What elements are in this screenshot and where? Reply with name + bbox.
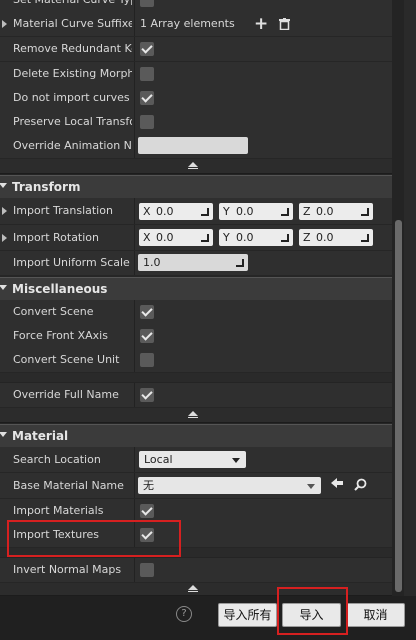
label: Import Rotation: [13, 231, 100, 244]
translation-x-field[interactable]: X 0.0: [139, 203, 213, 220]
chevron-down-icon: [232, 458, 240, 463]
label: Delete Existing Morph T: [13, 67, 132, 80]
label: Import Textures: [13, 528, 100, 541]
label: Set Material Curve Type: [13, 0, 132, 12]
section-title: Material: [12, 429, 69, 443]
row-import-rotation: Import Rotation X 0.0 Y 0.0 Z 0.0: [0, 225, 392, 251]
translation-z-field[interactable]: Z 0.0: [299, 203, 373, 220]
label: Invert Normal Maps: [13, 563, 122, 576]
row-base-material-name: Base Material Name 无: [0, 473, 392, 499]
row-delete-existing-morph: Delete Existing Morph T: [0, 62, 392, 87]
rotation-z-field[interactable]: Z 0.0: [299, 229, 373, 246]
import-button[interactable]: 导入: [282, 603, 341, 627]
uniform-scale-field[interactable]: 1.0: [138, 254, 248, 271]
expand-arrow-icon[interactable]: [2, 20, 7, 28]
label: Convert Scene Unit: [13, 353, 120, 366]
row-convert-scene-unit: Convert Scene Unit: [0, 348, 392, 373]
right-edge-strip: [404, 0, 416, 596]
trash-icon[interactable]: [279, 18, 290, 33]
label: Remove Redundant Key: [13, 42, 132, 55]
label: Material Curve Suffixes: [13, 17, 132, 30]
import-all-button[interactable]: 导入所有: [218, 603, 277, 627]
collapse-up-icon: [188, 411, 198, 418]
checkbox[interactable]: [140, 91, 154, 105]
row-import-textures: Import Textures: [0, 523, 392, 548]
checkbox[interactable]: [140, 115, 154, 129]
rotation-y-field[interactable]: Y 0.0: [219, 229, 293, 246]
browse-search-icon[interactable]: [354, 478, 367, 494]
collapse-up-icon: [188, 585, 198, 592]
collapse-advanced-button[interactable]: [0, 408, 392, 423]
row-preserve-local-transform: Preserve Local Transfor: [0, 110, 392, 135]
row-convert-scene: Convert Scene: [0, 300, 392, 325]
search-location-dropdown[interactable]: Local: [139, 451, 246, 468]
row-import-uniform-scale: Import Uniform Scale 1.0: [0, 251, 392, 276]
checkbox[interactable]: [140, 563, 154, 577]
expand-arrow-icon[interactable]: [2, 234, 7, 242]
array-count: 1 Array elements: [140, 17, 235, 30]
label: Base Material Name: [13, 479, 124, 492]
checkbox[interactable]: [140, 353, 154, 367]
rotation-x-field[interactable]: X 0.0: [139, 229, 213, 246]
checkbox[interactable]: [140, 504, 154, 518]
collapse-advanced-button[interactable]: [0, 159, 392, 174]
label: Do not import curves wit: [13, 91, 132, 104]
label: Import Uniform Scale: [13, 256, 130, 269]
help-icon[interactable]: ?: [176, 606, 192, 622]
row-force-front-xaxis: Force Front XAxis: [0, 324, 392, 349]
checkbox[interactable]: [140, 42, 154, 56]
section-title: Miscellaneous: [12, 282, 108, 296]
row-search-location: Search Location Local: [0, 447, 392, 473]
label: Convert Scene: [13, 305, 94, 318]
row-invert-normal-maps: Invert Normal Maps: [0, 558, 392, 583]
label: Override Full Name: [13, 388, 119, 401]
label: Preserve Local Transfor: [13, 115, 132, 128]
row-material-curve-suffixes: Material Curve Suffixes 1 Array elements…: [0, 12, 392, 37]
row-import-translation: Import Translation X 0.0 Y 0.0 Z 0.0: [0, 198, 392, 225]
override-animation-name-input[interactable]: [138, 137, 248, 154]
row-do-not-import-curves: Do not import curves wit: [0, 86, 392, 111]
translation-y-field[interactable]: Y 0.0: [219, 203, 293, 220]
label: Override Animation Nam: [13, 139, 132, 152]
expand-arrow-icon[interactable]: [2, 207, 7, 215]
checkbox[interactable]: [140, 67, 154, 81]
checkbox[interactable]: [140, 388, 154, 402]
checkbox[interactable]: [140, 528, 154, 542]
base-material-dropdown[interactable]: 无: [138, 477, 321, 494]
import-options-panel: Set Material Curve Type Material Curve S…: [0, 0, 404, 596]
use-selected-arrow-icon[interactable]: [330, 476, 344, 493]
label: Force Front XAxis: [13, 329, 108, 342]
chevron-down-icon: [307, 484, 315, 489]
collapse-advanced-button[interactable]: [0, 583, 392, 596]
section-miscellaneous[interactable]: Miscellaneous: [0, 277, 392, 300]
label: Import Materials: [13, 504, 104, 517]
checkbox[interactable]: [140, 305, 154, 319]
section-material[interactable]: Material: [0, 424, 392, 447]
row-override-animation-name: Override Animation Nam: [0, 134, 392, 159]
label: Import Translation: [13, 204, 113, 217]
checkbox[interactable]: [140, 0, 154, 7]
row-override-full-name: Override Full Name: [0, 383, 392, 408]
scrollbar[interactable]: [395, 220, 402, 592]
collapse-up-icon: [188, 162, 198, 169]
add-element-icon[interactable]: +: [254, 14, 268, 34]
cancel-button[interactable]: 取消: [346, 603, 405, 627]
row-import-materials: Import Materials: [0, 499, 392, 524]
section-title: Transform: [12, 180, 81, 194]
checkbox[interactable]: [140, 329, 154, 343]
label: Search Location: [13, 453, 101, 466]
row-remove-redundant-keys: Remove Redundant Key: [0, 37, 392, 62]
section-transform[interactable]: Transform: [0, 175, 392, 198]
